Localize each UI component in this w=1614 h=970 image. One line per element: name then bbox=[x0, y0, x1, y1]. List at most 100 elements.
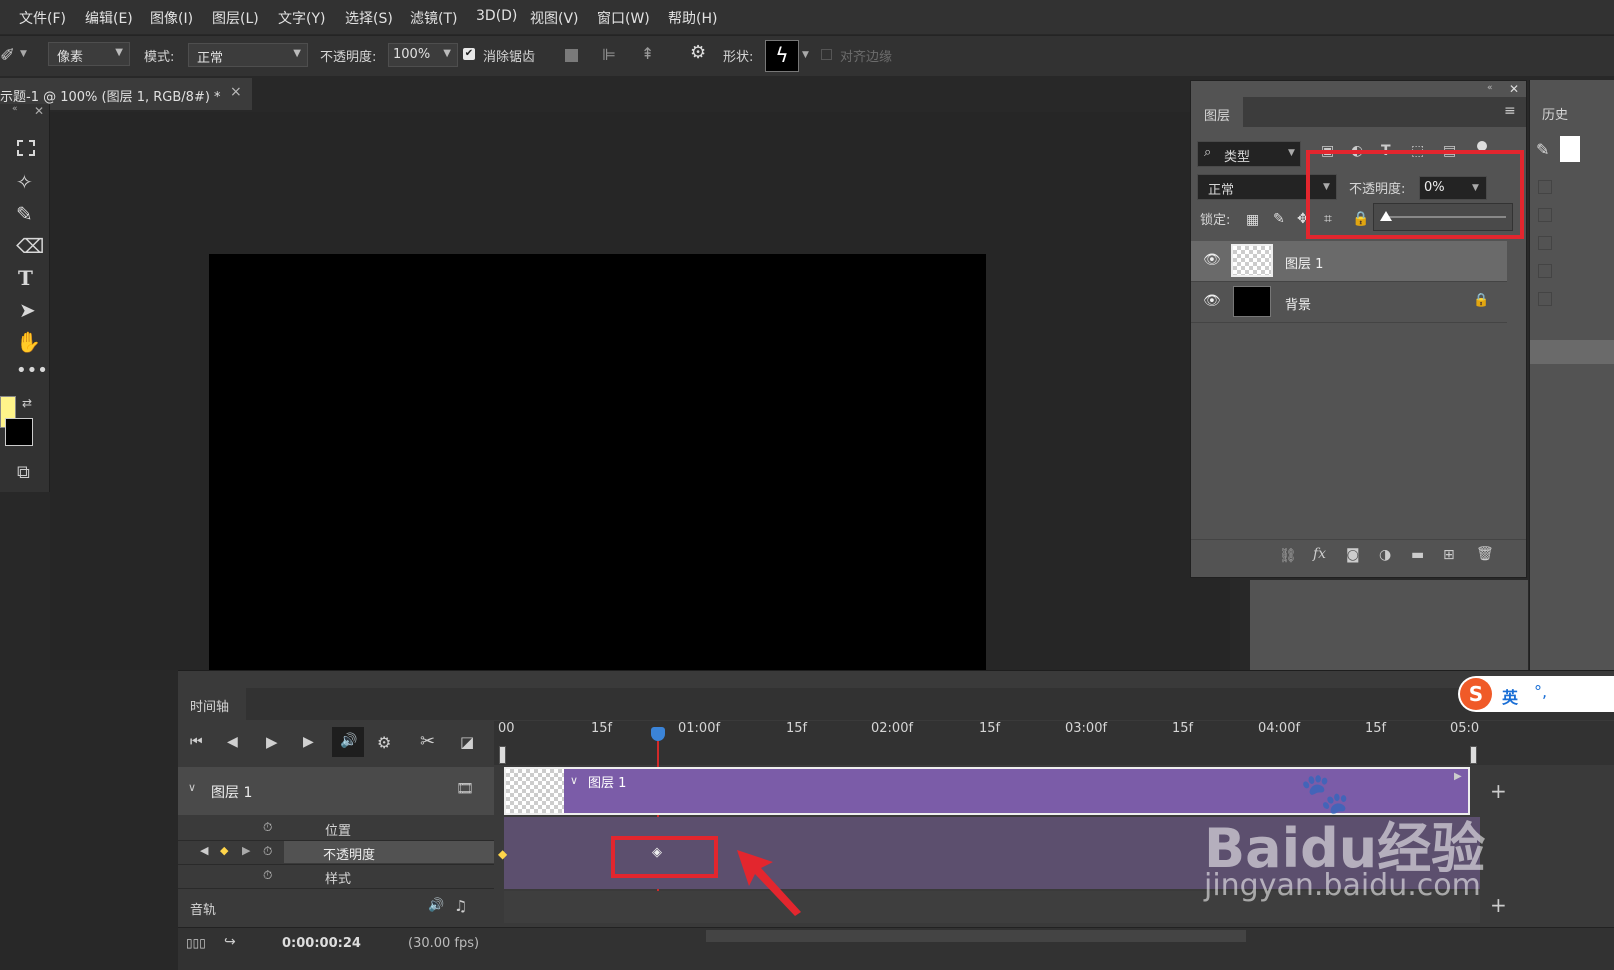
menu-edit[interactable]: 编辑(E) bbox=[85, 8, 133, 28]
history-snapshot[interactable] bbox=[1560, 136, 1580, 162]
expand-icon[interactable]: ∨ bbox=[570, 774, 578, 787]
panel-menu-icon[interactable]: ≡ bbox=[1504, 103, 1516, 119]
layer-filter-dropdown[interactable]: ⌕ 类型 ▼ bbox=[1197, 141, 1301, 167]
tab-layers[interactable]: 图层 bbox=[1191, 97, 1243, 127]
fx-icon[interactable]: fx bbox=[1313, 546, 1326, 562]
menu-image[interactable]: 图像(I) bbox=[150, 8, 193, 28]
history-step[interactable] bbox=[1538, 236, 1552, 250]
new-layer-icon[interactable]: ⊞ bbox=[1443, 547, 1455, 563]
close-icon[interactable]: ✕ bbox=[1509, 82, 1519, 96]
history-brush-icon[interactable]: ✎ bbox=[1536, 140, 1549, 159]
menu-file[interactable]: 文件(F) bbox=[19, 8, 66, 28]
menu-filter[interactable]: 滤镜(T) bbox=[410, 8, 457, 28]
first-frame-icon[interactable]: ⏮ bbox=[190, 734, 203, 750]
menu-type[interactable]: 文字(Y) bbox=[278, 8, 325, 28]
path-arrangement-icon[interactable]: ⇞ bbox=[641, 44, 654, 63]
menu-view[interactable]: 视图(V) bbox=[530, 8, 579, 28]
mode-dropdown[interactable]: 正常 ▼ bbox=[188, 43, 308, 67]
menu-help[interactable]: 帮助(H) bbox=[668, 8, 717, 28]
layer-name[interactable]: 背景 bbox=[1285, 294, 1311, 313]
prev-keyframe-icon[interactable]: ◀ bbox=[200, 844, 208, 857]
lock-transparent-icon[interactable]: ▦ bbox=[1246, 212, 1259, 228]
brush-icon[interactable]: ✎ bbox=[16, 202, 33, 226]
film-strip-icon[interactable]: 🎞 bbox=[456, 781, 474, 797]
property-row[interactable]: ⏱ 位置 bbox=[178, 817, 494, 841]
path-operations-icon[interactable] bbox=[565, 49, 578, 62]
folder-icon[interactable]: ▬ bbox=[1411, 547, 1424, 563]
work-area-start-handle[interactable] bbox=[499, 746, 506, 764]
type-tool-icon[interactable]: T bbox=[18, 266, 33, 290]
eraser-icon[interactable]: ⌫ bbox=[16, 234, 44, 258]
tab-timeline[interactable]: 时间轴 bbox=[178, 688, 246, 720]
adjustment-layer-icon[interactable]: ◑ bbox=[1379, 547, 1391, 563]
speaker-icon[interactable]: 🔊 bbox=[428, 898, 444, 913]
magic-wand-icon[interactable]: ✧ bbox=[16, 170, 33, 194]
music-note-icon[interactable]: ♫ bbox=[454, 897, 467, 915]
stopwatch-icon[interactable]: ⏱ bbox=[263, 868, 272, 883]
stopwatch-icon[interactable]: ⏱ bbox=[263, 820, 272, 835]
hand-tool-icon[interactable]: ✋ bbox=[16, 330, 41, 354]
menu-select[interactable]: 选择(S) bbox=[345, 8, 393, 28]
tab-history[interactable]: 历史 bbox=[1530, 96, 1614, 126]
play-icon[interactable]: ▶ bbox=[266, 733, 278, 751]
history-step-selected[interactable] bbox=[1530, 340, 1614, 364]
render-icon[interactable]: ↪ bbox=[224, 934, 236, 950]
track-header[interactable]: ∨ 图层 1 🎞 bbox=[178, 767, 494, 815]
marquee-tool-icon[interactable] bbox=[17, 140, 35, 156]
swap-colors-icon[interactable]: ⇄ bbox=[22, 396, 32, 410]
close-icon[interactable]: × bbox=[230, 84, 242, 100]
opacity-input[interactable]: 100% ▼ bbox=[388, 43, 458, 67]
playhead-handle[interactable] bbox=[651, 727, 665, 741]
antialias-checkbox[interactable]: ✔ bbox=[463, 48, 475, 60]
chevron-down-icon[interactable]: ▼ bbox=[20, 49, 27, 59]
tool-preset-icon[interactable]: ✐ bbox=[0, 45, 15, 66]
prev-frame-icon[interactable]: ◀ bbox=[227, 734, 238, 750]
stopwatch-icon[interactable]: ⏱ bbox=[263, 844, 272, 859]
history-step[interactable] bbox=[1538, 264, 1552, 278]
path-alignment-icon[interactable]: ⊫ bbox=[602, 45, 616, 64]
close-icon[interactable]: ✕ bbox=[34, 104, 44, 118]
next-keyframe-icon[interactable]: ▶ bbox=[242, 844, 250, 857]
chevron-down-icon[interactable]: ▼ bbox=[802, 50, 809, 60]
layer-row[interactable]: 👁 图层 1 bbox=[1191, 241, 1507, 282]
keyframe-marker[interactable]: ◆ bbox=[498, 847, 507, 861]
ime-lang[interactable]: 英 bbox=[1502, 684, 1518, 708]
gear-icon[interactable]: ⚙ bbox=[690, 42, 706, 63]
align-edges-checkbox[interactable] bbox=[821, 49, 832, 60]
timeline-scrollbar[interactable] bbox=[706, 930, 1246, 942]
mute-audio-button[interactable]: 🔊 bbox=[332, 727, 364, 757]
next-frame-icon[interactable]: ▶ bbox=[303, 734, 314, 750]
history-step[interactable] bbox=[1538, 208, 1552, 222]
gear-icon[interactable]: ⚙ bbox=[377, 733, 391, 752]
menu-window[interactable]: 窗口(W) bbox=[597, 8, 650, 28]
layer-mask-icon[interactable]: ◙ bbox=[1346, 547, 1360, 563]
menu-3d[interactable]: 3D(D) bbox=[476, 8, 517, 24]
convert-frames-icon[interactable]: ▯▯▯ bbox=[186, 936, 206, 950]
screen-mode-icon[interactable]: ⧉ bbox=[17, 462, 30, 483]
history-step[interactable] bbox=[1538, 292, 1552, 306]
expand-icon[interactable]: ∨ bbox=[188, 781, 196, 794]
work-area-end-handle[interactable] bbox=[1470, 746, 1477, 764]
ime-toolbar[interactable]: S 英 °, bbox=[1458, 676, 1614, 712]
document-canvas[interactable] bbox=[209, 254, 986, 670]
collapse-icon[interactable]: « bbox=[12, 104, 18, 114]
layer-name[interactable]: 图层 1 bbox=[1285, 253, 1323, 272]
audio-track-header[interactable]: 音轨 🔊 ♫ bbox=[178, 891, 494, 923]
more-tools-icon[interactable]: ••• bbox=[16, 360, 48, 381]
add-keyframe-icon[interactable]: ◆ bbox=[220, 844, 228, 857]
ime-punct[interactable]: °, bbox=[1534, 682, 1547, 701]
background-color-swatch[interactable] bbox=[5, 418, 33, 446]
link-layers-icon[interactable]: ⛓ bbox=[1279, 548, 1297, 564]
scissors-icon[interactable]: ✂ bbox=[420, 731, 435, 752]
shape-picker[interactable]: ϟ bbox=[765, 40, 799, 72]
path-selection-icon[interactable]: ➤ bbox=[19, 298, 36, 322]
collapse-icon[interactable]: « bbox=[1487, 83, 1493, 93]
visibility-eye-icon[interactable]: 👁 bbox=[1203, 252, 1221, 268]
history-step[interactable] bbox=[1538, 180, 1552, 194]
transition-icon[interactable]: ◪ bbox=[460, 733, 474, 751]
menu-layer[interactable]: 图层(L) bbox=[212, 8, 259, 28]
visibility-eye-icon[interactable]: 👁 bbox=[1203, 293, 1221, 309]
lock-pixels-icon[interactable]: ✎ bbox=[1273, 211, 1285, 227]
property-row[interactable]: ◀ ◆ ▶ ⏱ 不透明度 bbox=[178, 841, 494, 865]
pixels-dropdown[interactable]: 像素 ▼ bbox=[48, 42, 130, 66]
